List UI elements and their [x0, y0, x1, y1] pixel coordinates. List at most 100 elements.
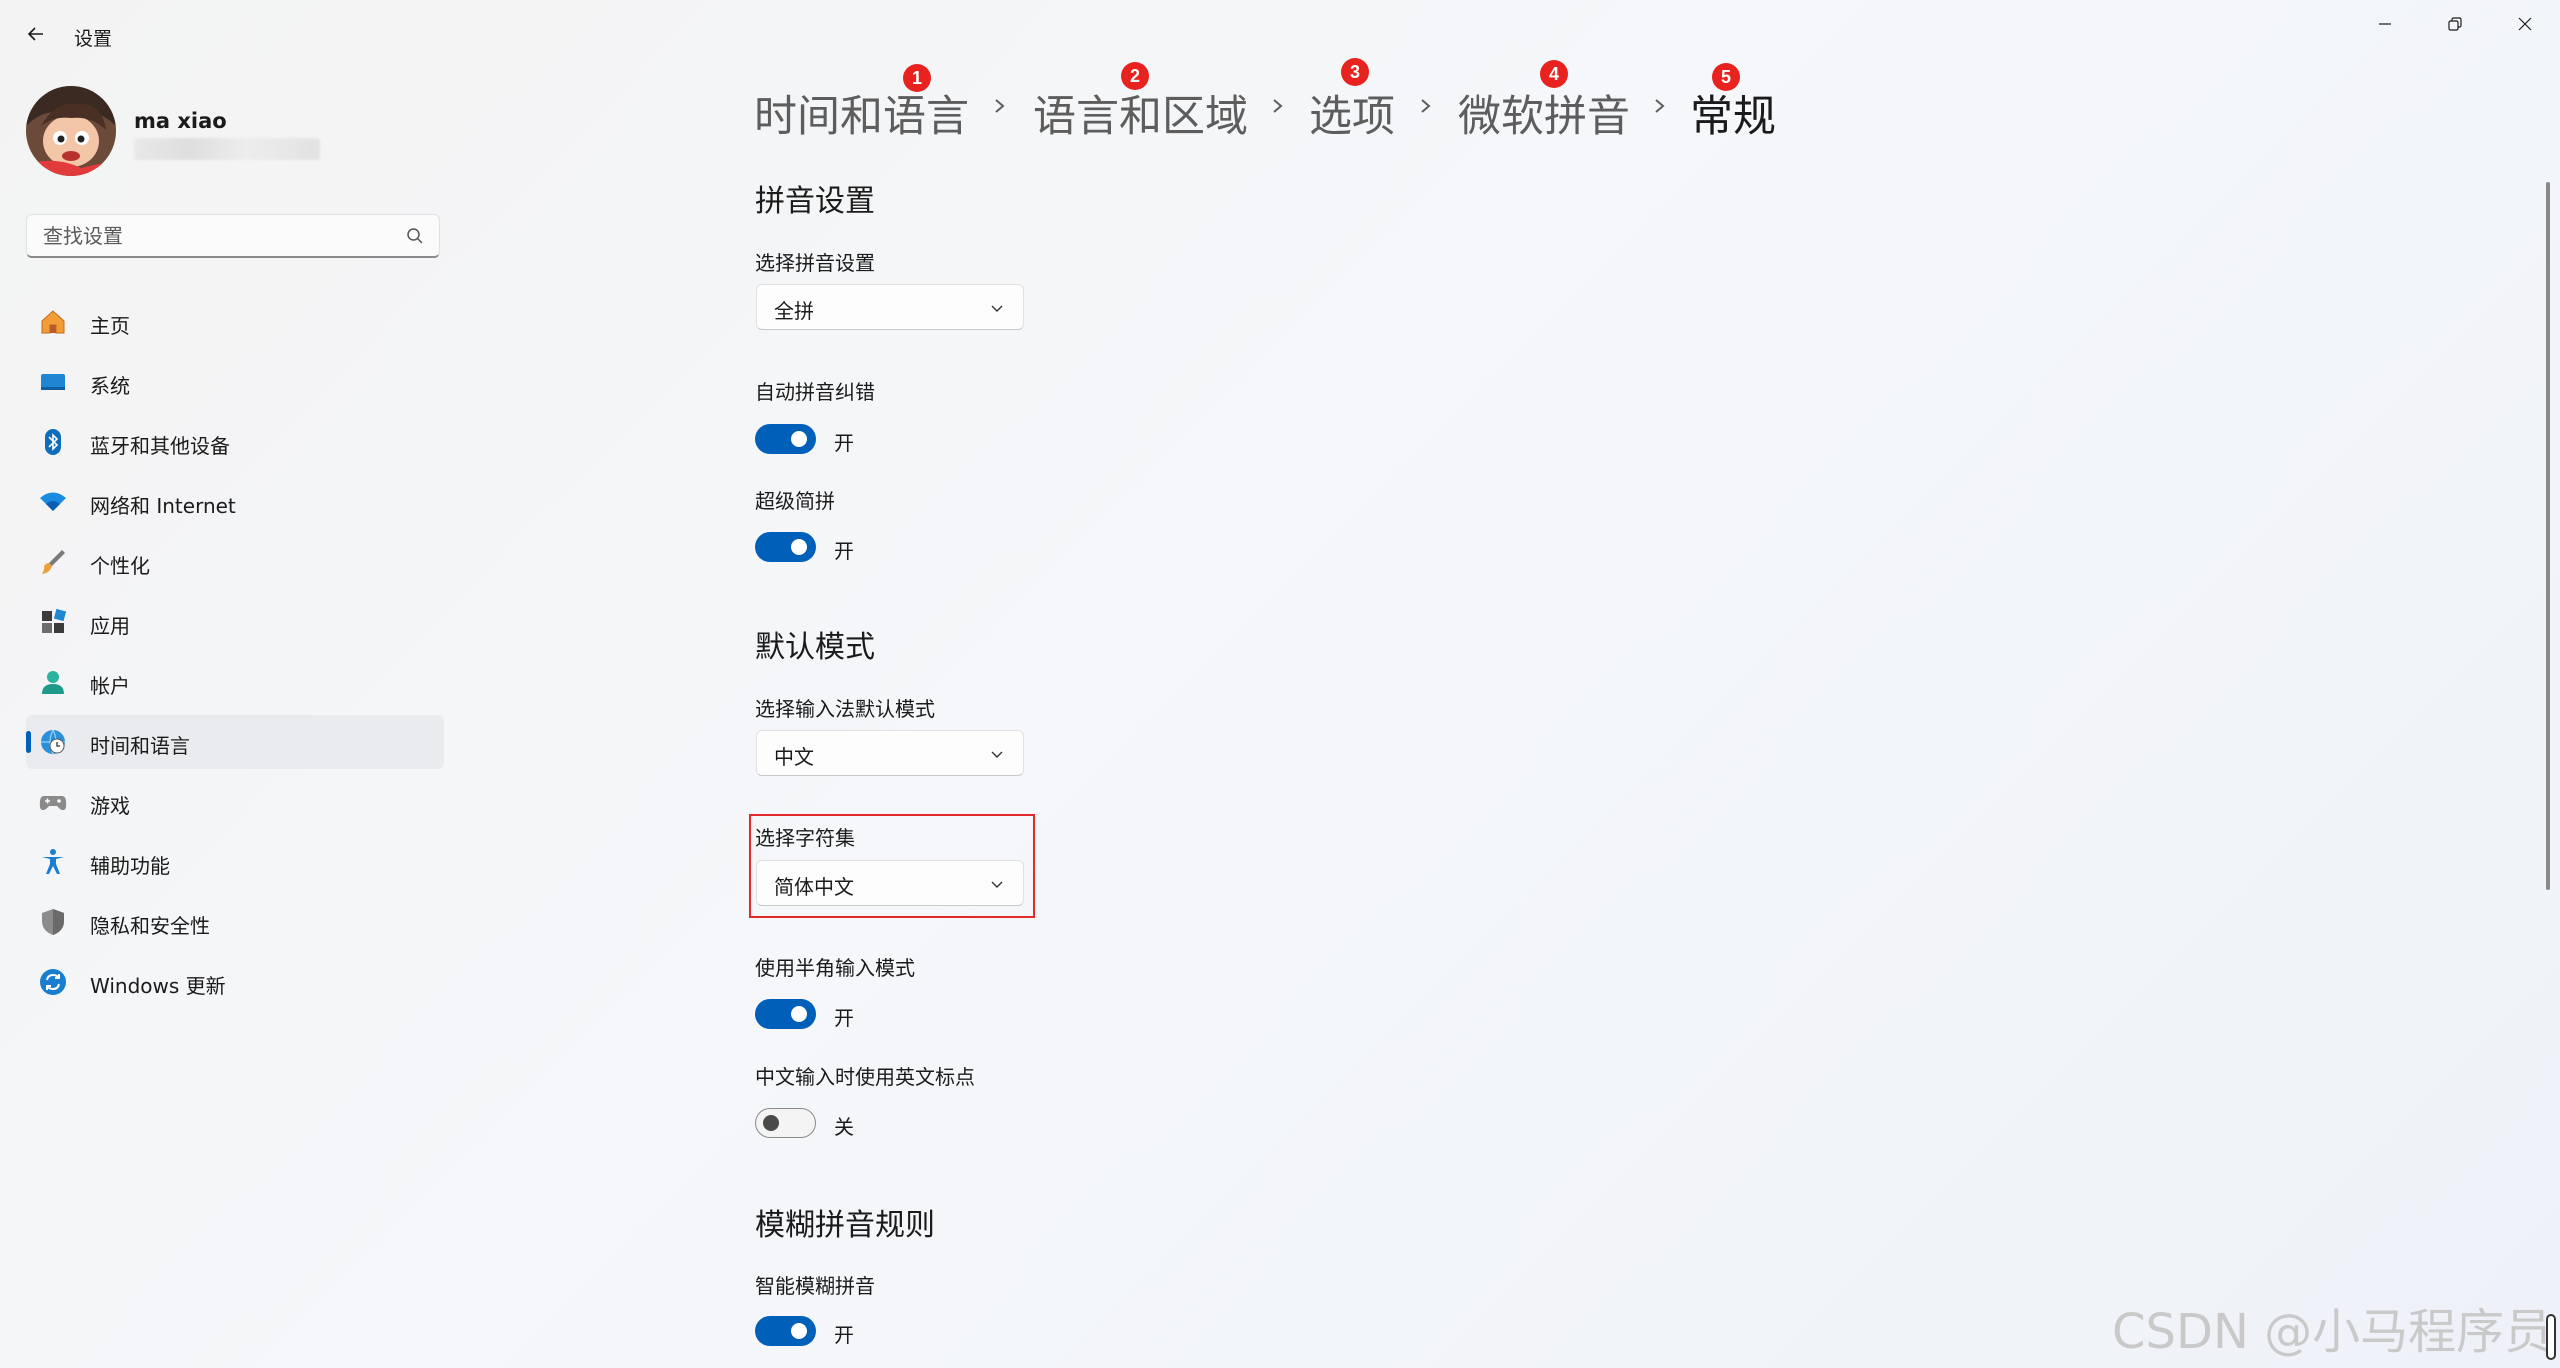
- watermark: CSDN @小马程序员: [2112, 1304, 2553, 1360]
- apps-icon: [38, 607, 68, 637]
- section-title-pinyin: 拼音设置: [755, 184, 875, 219]
- restore-icon: [2448, 17, 2462, 31]
- close-button[interactable]: [2490, 0, 2560, 48]
- sidebar-item-windows-update[interactable]: Windows 更新: [26, 955, 444, 1009]
- sidebar-item-gaming[interactable]: 游戏: [26, 775, 444, 829]
- toggle-knob: [791, 1006, 807, 1022]
- chevron-down-icon: [991, 881, 1003, 888]
- section-title-fuzzy: 模糊拼音规则: [755, 1208, 935, 1243]
- dropdown-value: 中文: [774, 745, 814, 769]
- sidebar-item-time-language[interactable]: 时间和语言: [26, 715, 444, 769]
- halfwidth-state: 开: [834, 1006, 854, 1030]
- toggle-knob: [791, 431, 807, 447]
- eng-punct-toggle[interactable]: [755, 1108, 816, 1138]
- chevron-down-icon: [991, 305, 1003, 312]
- breadcrumb-general: 常规: [1690, 92, 1776, 142]
- sidebar-item-label: 帐户: [90, 674, 130, 698]
- annotation-badge: 1: [903, 64, 931, 92]
- sidebar-item-label: 个性化: [90, 554, 150, 578]
- sidebar-item-label: 游戏: [90, 794, 130, 818]
- dropdown-value: 全拼: [774, 299, 814, 323]
- sidebar-item-privacy[interactable]: 隐私和安全性: [26, 895, 444, 949]
- charset-label: 选择字符集: [755, 826, 855, 850]
- pinyin-scheme-dropdown[interactable]: 全拼: [756, 284, 1024, 330]
- sidebar-item-label: 系统: [90, 374, 130, 398]
- autocorrect-state: 开: [834, 431, 854, 455]
- eng-punct-state: 关: [834, 1115, 854, 1139]
- update-icon: [38, 967, 68, 997]
- close-icon: [2518, 17, 2532, 31]
- sidebar-item-bluetooth[interactable]: 蓝牙和其他设备: [26, 415, 444, 469]
- minimize-button[interactable]: [2350, 0, 2420, 48]
- search-box[interactable]: [26, 214, 440, 258]
- profile-name: ma xiao: [134, 109, 227, 133]
- halfwidth-toggle[interactable]: [755, 999, 816, 1029]
- toggle-knob: [791, 539, 807, 555]
- annotation-badge: 5: [1712, 63, 1740, 91]
- sidebar-item-accessibility[interactable]: 辅助功能: [26, 835, 444, 889]
- sidebar-item-label: 辅助功能: [90, 854, 170, 878]
- resize-grip[interactable]: [2546, 1314, 2556, 1360]
- back-arrow-icon: [27, 27, 43, 41]
- globe-clock-icon: [38, 727, 68, 757]
- autocorrect-label: 自动拼音纠错: [755, 380, 875, 404]
- default-mode-dropdown[interactable]: 中文: [756, 730, 1024, 776]
- sidebar-item-accounts[interactable]: 帐户: [26, 655, 444, 709]
- avatar[interactable]: [26, 86, 116, 176]
- sidebar-item-label: 主页: [90, 314, 130, 338]
- sidebar-item-label: 网络和 Internet: [90, 494, 236, 518]
- sidebar-item-label: 蓝牙和其他设备: [90, 434, 230, 458]
- search-input[interactable]: [41, 215, 385, 257]
- chevron-right-icon: [1421, 99, 1431, 113]
- wifi-icon: [38, 487, 68, 517]
- home-icon: [38, 307, 68, 337]
- accessibility-icon: [38, 847, 68, 877]
- sidebar-item-label: Windows 更新: [90, 974, 226, 998]
- toggle-knob: [763, 1115, 779, 1131]
- toggle-knob: [791, 1323, 807, 1339]
- active-indicator: [26, 731, 31, 753]
- breadcrumb-language-region[interactable]: 语言和区域: [1033, 82, 1248, 144]
- avatar-image: [26, 86, 116, 176]
- autocorrect-toggle[interactable]: [755, 424, 816, 454]
- breadcrumb-microsoft-pinyin[interactable]: 微软拼音: [1458, 82, 1630, 144]
- sidebar-item-label: 应用: [90, 614, 130, 638]
- sidebar-item-system[interactable]: 系统: [26, 355, 444, 409]
- annotation-badge: 4: [1540, 60, 1568, 88]
- back-button[interactable]: [18, 16, 54, 52]
- sidebar-item-network[interactable]: 网络和 Internet: [26, 475, 444, 529]
- minimize-icon: [2379, 23, 2391, 25]
- super-abbr-toggle[interactable]: [755, 532, 816, 562]
- breadcrumb-time-language[interactable]: 时间和语言: [754, 82, 969, 144]
- eng-punct-label: 中文输入时使用英文标点: [755, 1065, 975, 1089]
- shield-icon: [38, 907, 68, 937]
- section-title-default-mode: 默认模式: [755, 630, 875, 665]
- app-title: 设置: [74, 28, 113, 50]
- sidebar-item-personalization[interactable]: 个性化: [26, 535, 444, 589]
- smart-fuzzy-toggle[interactable]: [755, 1316, 816, 1346]
- brush-icon: [38, 547, 68, 577]
- breadcrumb-options[interactable]: 选项: [1309, 82, 1395, 144]
- charset-dropdown[interactable]: 简体中文: [756, 860, 1024, 906]
- title-bar: 设置: [0, 0, 2560, 72]
- chevron-right-icon: [995, 99, 1005, 113]
- sidebar-item-label: 隐私和安全性: [90, 914, 210, 938]
- annotation-badge: 2: [1121, 62, 1149, 90]
- vertical-scrollbar[interactable]: [2546, 182, 2550, 890]
- profile-email-redacted: [134, 138, 320, 160]
- super-abbr-state: 开: [834, 539, 854, 563]
- chevron-right-icon: [1273, 99, 1283, 113]
- bluetooth-icon: [38, 427, 68, 457]
- pinyin-scheme-label: 选择拼音设置: [755, 251, 875, 275]
- sidebar-item-apps[interactable]: 应用: [26, 595, 444, 649]
- sidebar-item-label: 时间和语言: [90, 734, 190, 758]
- person-icon: [38, 667, 68, 697]
- annotation-badge: 3: [1341, 58, 1369, 86]
- super-abbr-label: 超级简拼: [755, 489, 835, 513]
- smart-fuzzy-label: 智能模糊拼音: [755, 1274, 875, 1298]
- sidebar-item-home[interactable]: 主页: [26, 295, 444, 349]
- gamepad-icon: [38, 787, 68, 817]
- search-icon[interactable]: [405, 226, 425, 246]
- chevron-down-icon: [991, 751, 1003, 758]
- restore-button[interactable]: [2420, 0, 2490, 48]
